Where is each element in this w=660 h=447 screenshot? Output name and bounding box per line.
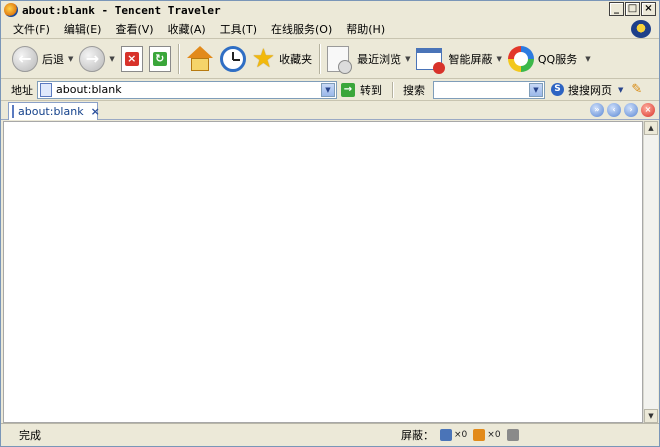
toolbar: ← 后退 ▼ → ▼ × ↻ ★ 收藏夹 最近浏览 ▼ 智能屏蔽 ▼ QQ服务 …	[1, 39, 659, 79]
toolbar-separator	[177, 43, 179, 74]
home-button[interactable]	[183, 43, 217, 75]
qq-service-icon	[507, 45, 534, 72]
forward-arrow-icon: →	[79, 45, 106, 72]
smart-block-dropdown-icon[interactable]: ▼	[496, 55, 501, 63]
qq-service-label: QQ服务	[537, 52, 578, 66]
tab-page-icon	[12, 105, 14, 118]
recent-button[interactable]: 最近浏览 ▼	[324, 43, 413, 75]
vertical-scrollbar[interactable]: ▲ ▼	[643, 121, 658, 423]
tab-label: about:blank	[18, 105, 84, 118]
qq-service-button[interactable]: QQ服务 ▼	[505, 43, 594, 75]
title-bar: about:blank - Tencent Traveler _ □ ×	[1, 1, 659, 19]
tab-bar: about:blank × » ‹ › ×	[1, 101, 659, 120]
address-value: about:blank	[56, 83, 122, 96]
recent-pages-icon	[327, 45, 353, 74]
maximize-button[interactable]: □	[625, 2, 640, 16]
tab-close-icon[interactable]: ×	[91, 105, 100, 118]
tab-controls: » ‹ › ×	[590, 103, 655, 117]
forward-dropdown-icon[interactable]: ▼	[109, 55, 114, 63]
tencent-traveler-app-icon[interactable]	[4, 3, 18, 17]
search-web-label: 搜搜网页	[568, 83, 612, 97]
address-dropdown-icon[interactable]: ▼	[321, 82, 335, 97]
toolbar-separator	[319, 43, 321, 74]
tab-scroll-left-icon[interactable]: ‹	[607, 103, 621, 117]
home-icon	[186, 45, 214, 72]
smart-block-label: 智能屏蔽	[448, 52, 493, 66]
go-button[interactable]: → 转到	[341, 82, 382, 98]
window-title: about:blank - Tencent Traveler	[22, 3, 221, 17]
star-icon: ★	[251, 43, 276, 74]
search-engine-dropdown-icon[interactable]: ▼	[618, 86, 623, 94]
brand-logo-icon	[631, 20, 651, 38]
close-button[interactable]: ×	[641, 2, 656, 16]
favorites-label: 收藏夹	[279, 52, 313, 66]
address-label: 地址	[11, 83, 33, 97]
menu-help[interactable]: 帮助(H)	[339, 21, 392, 37]
popup-block-icon	[416, 47, 446, 74]
edit-pen-icon[interactable]: ✎	[631, 82, 642, 97]
menu-file[interactable]: 文件(F)	[1, 21, 57, 37]
address-bar: 地址 about:blank ▼ → 转到 搜索 ▼ S 搜搜网页 ▼ ✎	[1, 79, 659, 101]
recent-dropdown-icon[interactable]: ▼	[405, 55, 410, 63]
stop-button[interactable]: ×	[118, 43, 146, 75]
page-content[interactable]	[3, 121, 643, 423]
menu-edit[interactable]: 编辑(E)	[57, 21, 109, 37]
forward-button[interactable]: → ▼	[76, 43, 117, 75]
menu-favorites[interactable]: 收藏(A)	[161, 21, 213, 37]
close-all-tabs-icon[interactable]: ×	[641, 103, 655, 117]
go-label: 转到	[360, 83, 382, 97]
address-input[interactable]: about:blank ▼	[37, 80, 337, 99]
tab-scroll-right-icon[interactable]: ›	[624, 103, 638, 117]
search-dropdown-icon[interactable]: ▼	[529, 82, 543, 97]
soso-search-icon: S	[551, 83, 564, 96]
ad-blocked-icon[interactable]	[473, 429, 486, 441]
menu-bar: 文件(F) 编辑(E) 查看(V) 收藏(A) 工具(T) 在线服务(O) 帮助…	[1, 19, 659, 39]
tab-list-icon[interactable]: »	[590, 103, 604, 117]
go-arrow-icon: →	[341, 82, 355, 97]
block-label: 屏蔽：	[401, 429, 434, 442]
menu-view[interactable]: 查看(V)	[108, 21, 160, 37]
search-input[interactable]: ▼	[433, 80, 545, 99]
qq-service-dropdown-icon[interactable]: ▼	[585, 55, 590, 63]
back-label: 后退	[42, 52, 64, 66]
smart-block-button[interactable]: 智能屏蔽 ▼	[413, 43, 504, 75]
ad-blocked-count: ×0	[487, 430, 501, 440]
refresh-icon: ↻	[148, 45, 171, 72]
block-stats: 屏蔽： ×0 ×0	[401, 427, 519, 443]
scroll-down-arrow-icon[interactable]: ▼	[644, 409, 658, 423]
minimize-button[interactable]: _	[609, 2, 624, 16]
scroll-up-arrow-icon[interactable]: ▲	[644, 121, 658, 135]
back-arrow-icon: ←	[12, 45, 38, 72]
address-separator	[392, 81, 393, 98]
menu-tools[interactable]: 工具(T)	[213, 21, 264, 37]
history-button[interactable]	[217, 43, 249, 75]
back-button[interactable]: ← 后退 ▼	[9, 43, 76, 75]
search-web-button[interactable]: S 搜搜网页 ▼	[551, 82, 623, 98]
search-label: 搜索	[403, 83, 425, 97]
refresh-button[interactable]: ↻	[146, 43, 174, 75]
clock-icon	[219, 45, 246, 72]
menu-online-services[interactable]: 在线服务(O)	[264, 21, 339, 37]
popup-blocked-icon[interactable]	[440, 429, 452, 441]
status-text: 完成	[19, 429, 41, 442]
status-extra-icon[interactable]	[506, 429, 519, 441]
status-bar: 完成 屏蔽： ×0 ×0	[1, 423, 659, 446]
tab-about-blank[interactable]: about:blank ×	[8, 102, 100, 120]
window-controls: _ □ ×	[609, 2, 656, 16]
recent-label: 最近浏览	[357, 52, 402, 66]
page-icon	[40, 82, 52, 97]
favorites-button[interactable]: ★ 收藏夹	[249, 43, 315, 75]
back-dropdown-icon[interactable]: ▼	[68, 55, 73, 63]
browser-window: about:blank - Tencent Traveler _ □ × 文件(…	[0, 0, 660, 447]
popup-blocked-count: ×0	[454, 430, 468, 440]
stop-icon: ×	[120, 45, 143, 72]
